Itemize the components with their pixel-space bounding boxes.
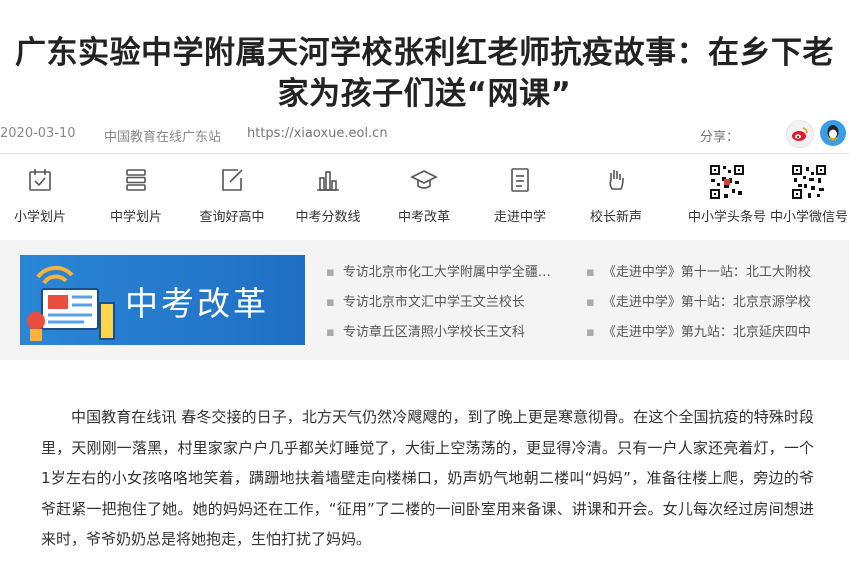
share-qq-button[interactable] [820,120,846,146]
qr-code-icon [709,164,745,200]
article-body: 中国教育在线讯 春冬交接的日子，北方天气仍然冷飕飕的，到了晚上更是寒意彻骨。在这… [41,408,814,548]
related-links-right: ▪ 《走进中学》第十一站：北工大附校 ▪ 《走进中学》第十站：北京京源学校 ▪ 《走进… [586,258,832,348]
related-section: 中考改革 ▪ 专访北京市化工大学附属中学全疆… ▪ 专访北京市文汇中学王文兰校长 ▪… [0,240,849,360]
nav-label: 中小学微信号 [769,210,848,225]
publish-date: 2020-03-10 [0,126,76,141]
bullet-icon: ▪ [326,325,335,340]
hand-icon [609,170,624,190]
related-link[interactable]: ▪ 《走进中学》第十站：北京京源学校 [586,288,832,318]
calendar-check-icon [29,169,51,191]
bullet-icon: ▪ [586,325,595,340]
nav-label: 小学划片 [13,210,66,225]
banner-title: 中考改革 [125,284,269,323]
related-link[interactable]: ▪ 《走进中学》第九站：北京延庆四中 [586,318,832,348]
nav-item-exam-reform[interactable]: 中考改革 [389,160,459,226]
related-link-text: 《走进中学》第十站：北京京源学校 [602,295,811,310]
nav-item-middle-zones[interactable]: 中学划片 [101,160,171,226]
bullet-icon: ▪ [586,295,595,310]
related-link[interactable]: ▪ 《走进中学》第十一站：北工大附校 [586,258,832,288]
nav-item-principal-voice[interactable]: 校长新声 [581,160,651,226]
related-link-text: 《走进中学》第九站：北京延庆四中 [602,325,811,340]
nav-item-visit-school[interactable]: 走进中学 [485,160,555,226]
nav-item-wechat-account[interactable]: 中小学微信号 [770,160,848,226]
graduation-cap-icon [410,170,438,189]
qq-icon [827,125,839,141]
nav-item-headline-account[interactable]: 中小学头条号 [688,160,766,226]
article-title: 广东实验中学附属天河学校张利红老师抗疫故事：在乡下老家为孩子们送“网课” [15,34,834,112]
document-icon [511,168,529,192]
nav-label: 中考改革 [397,210,450,225]
nav-label: 走进中学 [493,210,546,225]
related-link[interactable]: ▪ 专访章丘区清照小学校长王文科 [326,318,564,348]
share-label: 分享： [700,130,740,145]
nav-label: 校长新声 [589,210,642,225]
related-link-text: 专访北京市文汇中学王文兰校长 [342,295,525,310]
edit-icon [222,169,243,191]
weibo-icon [792,127,808,141]
bullet-icon: ▪ [586,265,595,280]
category-nav: 小学划片 中学划片 查询好高中 中考分数线 中考改革 走进中学 校长新声 中小学… [0,160,849,230]
stack-icon [126,169,146,191]
bullet-icon: ▪ [326,265,335,280]
article-meta: 2020-03-10 中国教育在线广东站 https://xiaoxue.eol… [0,126,849,146]
related-links-left: ▪ 专访北京市化工大学附属中学全疆… ▪ 专访北京市文汇中学王文兰校长 ▪ 专访章丘区… [326,258,564,348]
nav-label: 中学划片 [109,210,162,225]
header-divider [0,153,849,154]
source-url[interactable]: https://xiaoxue.eol.cn [247,126,388,141]
bullet-icon: ▪ [326,295,335,310]
share-weibo-button[interactable] [786,120,814,148]
nav-item-score-lines[interactable]: 中考分数线 [293,160,363,226]
nav-item-find-high-school[interactable]: 查询好高中 [197,160,267,226]
related-link-text: 专访北京市化工大学附属中学全疆… [342,265,551,280]
bar-chart-icon [317,171,339,191]
nav-label: 中考分数线 [295,210,361,225]
related-link[interactable]: ▪ 专访北京市化工大学附属中学全疆… [326,258,564,288]
exam-reform-banner[interactable]: 中考改革 [20,255,305,345]
related-link[interactable]: ▪ 专访北京市文汇中学王文兰校长 [326,288,564,318]
related-link-text: 专访章丘区清照小学校长王文科 [342,325,525,340]
qr-code-icon [791,164,827,200]
related-link-text: 《走进中学》第十一站：北工大附校 [602,265,811,280]
nav-label: 查询好高中 [199,210,265,225]
news-illustration-icon [27,265,115,341]
source-site[interactable]: 中国教育在线广东站 [104,126,221,145]
nav-item-primary-zones[interactable]: 小学划片 [5,160,75,226]
